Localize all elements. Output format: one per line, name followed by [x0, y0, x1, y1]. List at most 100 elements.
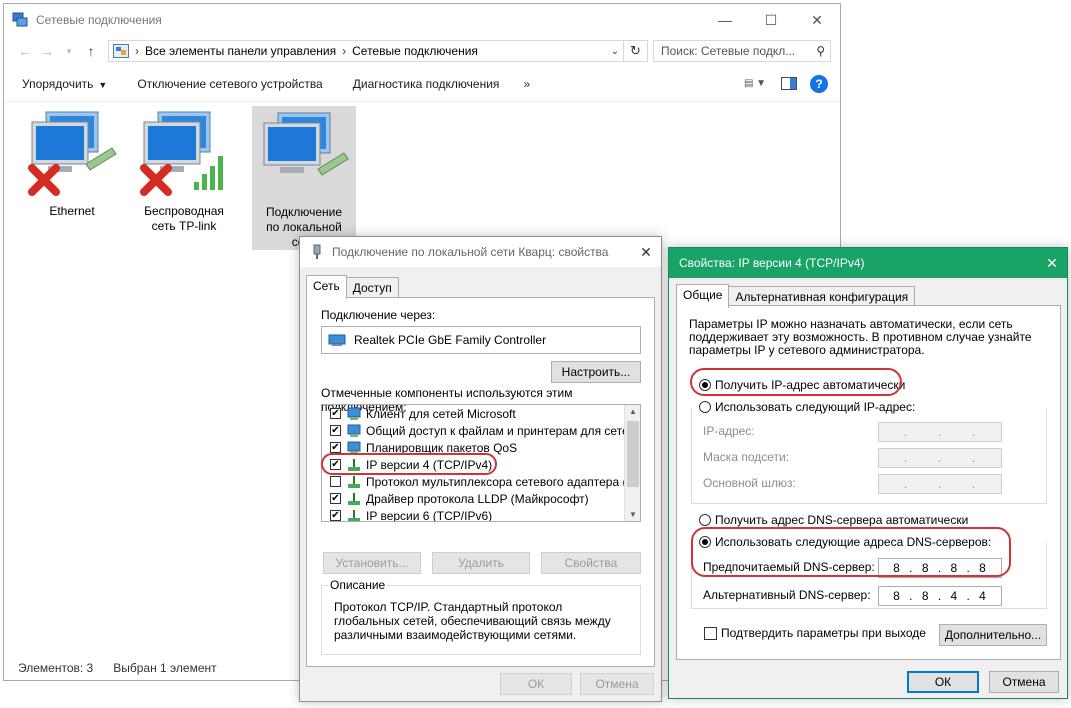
- list-item[interactable]: Протокол мультиплексора сетевого адаптер…: [322, 473, 640, 490]
- auto-ip-radio[interactable]: Получить IP-адрес автоматически: [699, 378, 905, 392]
- component-checkbox[interactable]: ✔: [330, 510, 341, 521]
- subnet-mask-field[interactable]: ...: [878, 448, 1002, 468]
- list-item[interactable]: ✔ IP версии 4 (TCP/IPv4): [322, 456, 640, 473]
- tab-network[interactable]: Сеть: [306, 275, 347, 299]
- list-item[interactable]: ✔ IP версии 6 (TCP/IPv6): [322, 507, 640, 521]
- address-dropdown-icon[interactable]: ⌄: [607, 46, 623, 57]
- maximize-icon[interactable]: ☐: [748, 4, 794, 36]
- gateway-label: Основной шлюз:: [703, 476, 796, 490]
- preferred-dns-field[interactable]: 8.8.8.8: [878, 558, 1002, 578]
- connection-label: сеть TP-link: [151, 219, 217, 233]
- close-icon[interactable]: ✕: [794, 4, 840, 36]
- component-checkbox[interactable]: ✔: [330, 442, 341, 453]
- back-arrow-icon[interactable]: ←: [14, 43, 36, 59]
- alternate-dns-field[interactable]: 8.8.4.4: [878, 586, 1002, 606]
- manual-ip-radio[interactable]: Использовать следующий IP-адрес:: [699, 400, 915, 414]
- dialog-titlebar[interactable]: Подключение по локальной сети Кварц: сво…: [300, 237, 661, 267]
- remove-button[interactable]: Удалить: [432, 552, 530, 574]
- ip-address-field[interactable]: ...: [878, 422, 1002, 442]
- control-panel-icon: [113, 44, 129, 58]
- validate-settings-checkbox[interactable]: Подтвердить параметры при выходе: [704, 626, 926, 640]
- configure-button[interactable]: Настроить...: [551, 361, 641, 383]
- adapter-field: Realtek PCIe GbE Family Controller: [321, 326, 641, 354]
- radio-unselected-icon[interactable]: [699, 514, 711, 526]
- protocol-icon: [348, 458, 360, 471]
- list-item[interactable]: ✔ Драйвер протокола LLDP (Майкрософт): [322, 490, 640, 507]
- close-icon[interactable]: ✕: [631, 244, 661, 261]
- explorer-titlebar[interactable]: Сетевые подключения — ☐ ✕: [4, 4, 840, 36]
- view-options-icon[interactable]: ▤ ▼: [736, 74, 774, 94]
- help-icon[interactable]: ?: [810, 74, 828, 93]
- search-icon: ⚲: [816, 44, 825, 58]
- auto-dns-radio[interactable]: Получить адрес DNS-сервера автоматически: [699, 513, 968, 527]
- connection-properties-dialog: Подключение по локальной сети Кварц: сво…: [299, 236, 662, 702]
- manual-dns-radio[interactable]: Использовать следующие адреса DNS-сервер…: [699, 535, 991, 549]
- component-checkbox[interactable]: [330, 476, 341, 487]
- info-text: Параметры IP можно назначать автоматичес…: [689, 317, 1032, 357]
- address-bar[interactable]: › Все элементы панели управления › Сетев…: [108, 40, 624, 62]
- ok-button[interactable]: ОК: [500, 673, 572, 695]
- checkbox-unchecked-icon[interactable]: [704, 626, 717, 640]
- component-checkbox[interactable]: ✔: [330, 425, 341, 436]
- scroll-thumb[interactable]: [627, 421, 639, 487]
- component-checkbox[interactable]: ✔: [330, 493, 341, 504]
- list-item[interactable]: ✔ Планировщик пакетов QoS: [322, 439, 640, 456]
- radio-unselected-icon[interactable]: [699, 401, 711, 413]
- address-row: ← → ▾ ↑ › Все элементы панели управления…: [4, 36, 840, 66]
- scroll-down-icon[interactable]: ▼: [625, 510, 640, 519]
- connection-item-wireless[interactable]: Беспроводная сеть TP-link: [132, 106, 236, 250]
- dialog-titlebar[interactable]: Свойства: IP версии 4 (TCP/IPv4) ✕: [669, 248, 1067, 278]
- list-item[interactable]: ✔ Клиент для сетей Microsoft: [322, 405, 640, 422]
- gateway-field[interactable]: ...: [878, 474, 1002, 494]
- preview-pane-icon[interactable]: [774, 74, 804, 94]
- advanced-button[interactable]: Дополнительно...: [939, 624, 1047, 646]
- radio-selected-icon[interactable]: [699, 379, 711, 391]
- protocol-icon: [348, 475, 360, 488]
- disable-device-button[interactable]: Отключение сетевого устройства: [137, 77, 322, 91]
- cancel-button[interactable]: Отмена: [580, 673, 654, 695]
- description-group: Описание Протокол TCP/IP. Стандартный пр…: [321, 578, 641, 655]
- close-icon[interactable]: ✕: [1037, 255, 1067, 272]
- connection-item-local[interactable]: Подключение по локальной сети: [252, 106, 356, 250]
- forward-arrow-icon[interactable]: →: [36, 43, 58, 59]
- install-button[interactable]: Установить...: [323, 552, 421, 574]
- component-checkbox[interactable]: ✔: [330, 459, 341, 470]
- breadcrumb-item[interactable]: Сетевые подключения: [352, 44, 478, 58]
- caret-down-icon: ▼: [98, 79, 108, 90]
- ok-button[interactable]: ОК: [907, 671, 979, 693]
- command-bar: Упорядочить ▼ Отключение сетевого устройс…: [4, 66, 840, 102]
- search-input[interactable]: Поиск: Сетевые подкл... ⚲: [653, 40, 831, 62]
- breadcrumb-separator-icon: ›: [135, 44, 139, 58]
- breadcrumb-item[interactable]: Все элементы панели управления: [145, 44, 336, 58]
- more-commands-button[interactable]: »: [523, 77, 530, 91]
- component-label: Планировщик пакетов QoS: [366, 440, 518, 455]
- list-scrollbar[interactable]: ▲ ▼: [624, 405, 640, 521]
- organize-menu[interactable]: Упорядочить ▼: [22, 77, 107, 91]
- radio-selected-icon[interactable]: [699, 536, 711, 548]
- dialog-title: Свойства: IP версии 4 (TCP/IPv4): [679, 256, 865, 270]
- minimize-icon[interactable]: —: [702, 4, 748, 36]
- refresh-icon[interactable]: ↻: [624, 40, 648, 62]
- dialog-title: Подключение по локальной сети Кварц: сво…: [332, 245, 609, 259]
- components-list[interactable]: ✔ Клиент для сетей Microsoft ✔ Общий дос…: [321, 404, 641, 522]
- component-label: Общий доступ к файлам и принтерам для се…: [366, 423, 641, 438]
- diagnose-connection-button[interactable]: Диагностика подключения: [353, 77, 500, 91]
- component-checkbox[interactable]: ✔: [330, 408, 341, 419]
- breadcrumb-separator-icon: ›: [342, 44, 347, 58]
- protocol-icon: [348, 509, 360, 521]
- up-arrow-icon[interactable]: ↑: [80, 43, 102, 59]
- cancel-button[interactable]: Отмена: [989, 671, 1059, 693]
- tab-general[interactable]: Общие: [676, 284, 730, 308]
- scroll-up-icon[interactable]: ▲: [625, 407, 640, 416]
- ip-address-label: IP-адрес:: [703, 424, 755, 438]
- network-adapter-icon: [263, 112, 349, 176]
- connection-label: Ethernet: [49, 204, 95, 218]
- list-item[interactable]: ✔ Общий доступ к файлам и принтерам для …: [322, 422, 640, 439]
- item-count: Элементов: 3: [18, 661, 94, 675]
- chevron-down-icon[interactable]: ▾: [58, 46, 80, 57]
- connection-label: Подключение: [265, 205, 343, 219]
- connection-item-ethernet[interactable]: Ethernet: [20, 106, 124, 250]
- component-label: Клиент для сетей Microsoft: [366, 406, 516, 421]
- connect-via-label: Подключение через:: [321, 308, 436, 322]
- properties-button[interactable]: Свойства: [541, 552, 641, 574]
